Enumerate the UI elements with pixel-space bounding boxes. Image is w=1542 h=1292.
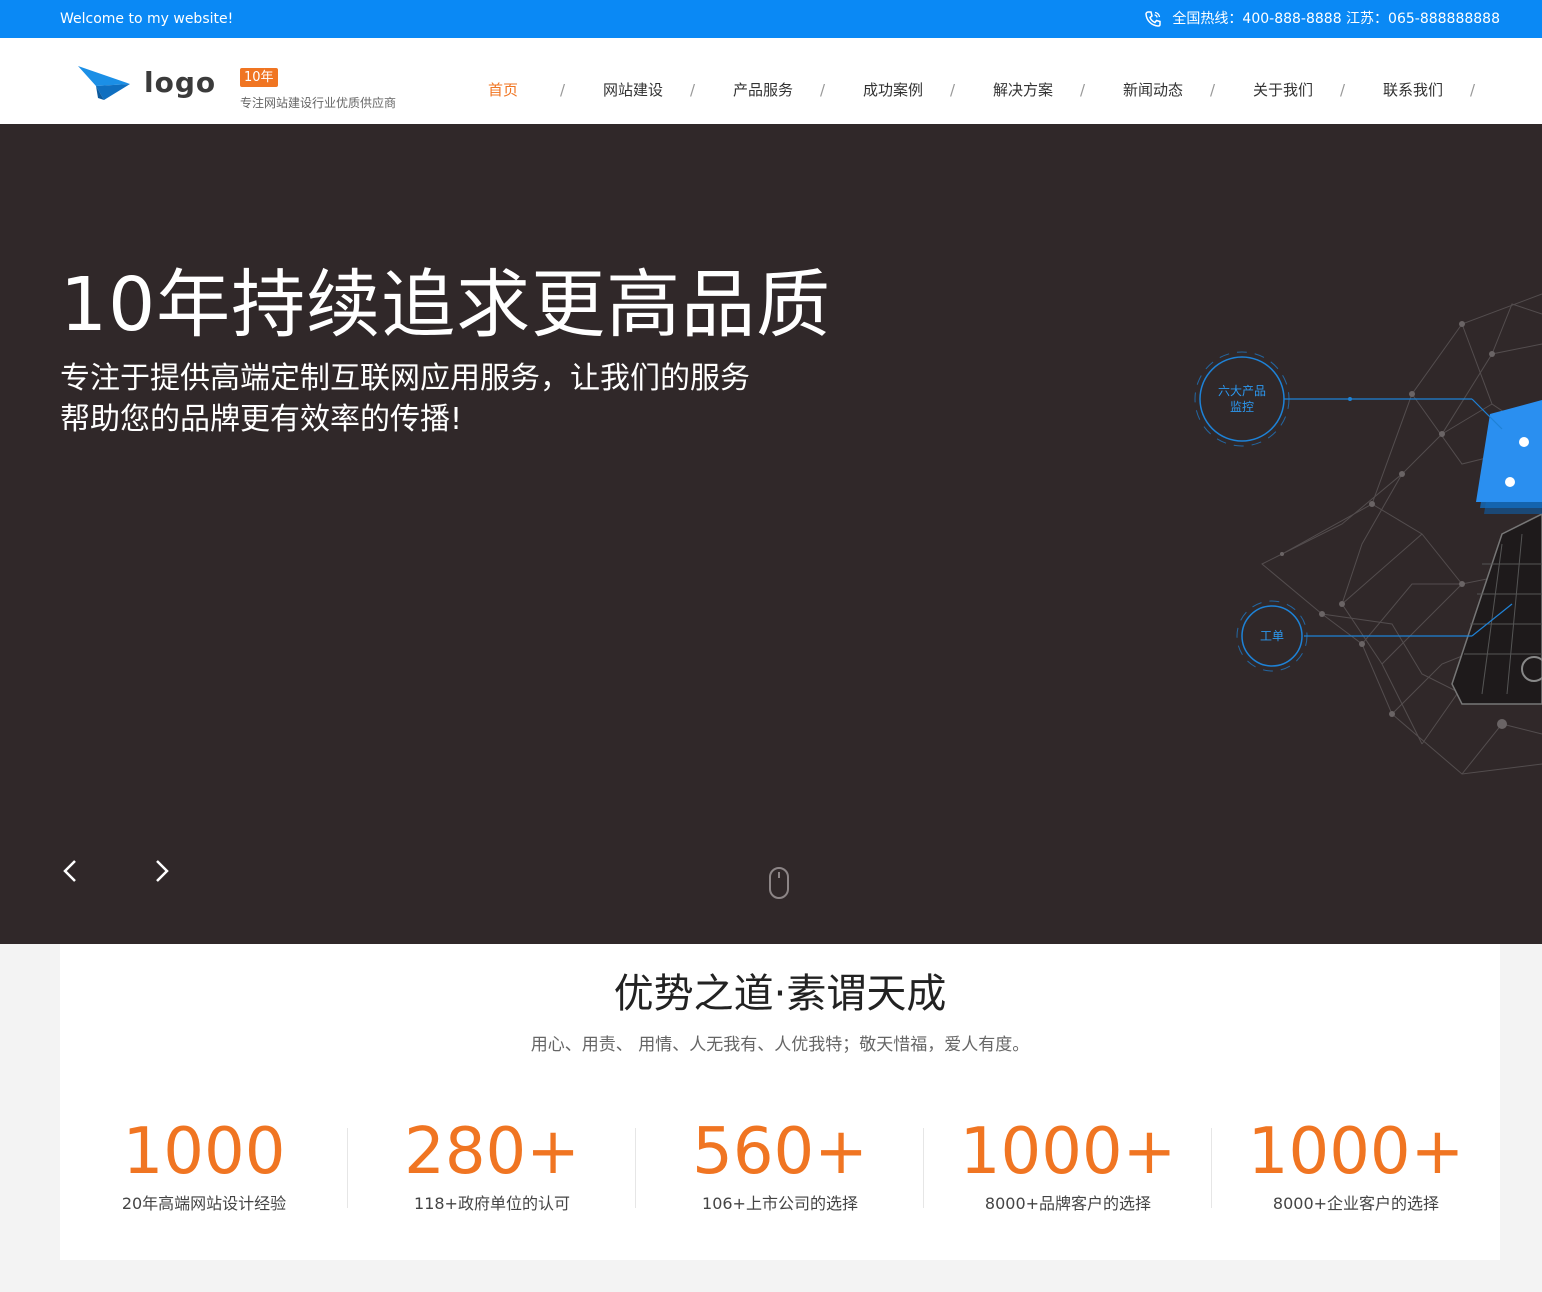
- nav-separator: /: [950, 81, 956, 99]
- stat-number: 560+: [692, 1115, 868, 1189]
- stat-item: 1000 20年高端网站设计经验: [60, 1114, 348, 1214]
- hero-subtitle-line: 专注于提供高端定制互联网应用服务，让我们的服务: [60, 361, 750, 396]
- stat-label: 118+政府单位的认可: [414, 1194, 570, 1213]
- stat-label: 20年高端网站设计经验: [121, 1194, 287, 1213]
- nav-separator: /: [1080, 81, 1086, 99]
- hotline: 全国热线：400-888-8888 江苏：065-888888888: [1144, 10, 1500, 28]
- section-title: 优势之道·素谓天成: [613, 971, 947, 1017]
- nav-item-website-building[interactable]: 网站建设 /: [600, 78, 730, 102]
- nav-item-news[interactable]: 新闻动态 /: [1120, 78, 1250, 102]
- network-graphic: 六大产品 监控 工单: [1194, 293, 1542, 775]
- hero-title: 10年持续追求更高品质: [60, 262, 832, 348]
- stat-number: 1000: [122, 1115, 286, 1189]
- nav-label[interactable]: 成功案例: [860, 78, 926, 102]
- stat-item: 560+ 106+上市公司的选择: [636, 1114, 924, 1214]
- chevron-right-icon[interactable]: [146, 856, 176, 886]
- graphic-label-1b: 监控: [1230, 400, 1254, 414]
- chevron-left-icon[interactable]: [56, 856, 86, 886]
- nav-separator: /: [1470, 81, 1476, 99]
- stat-item: 1000+ 8000+企业客户的选择: [1212, 1114, 1500, 1214]
- stat-number: 280+: [404, 1115, 580, 1189]
- nav-label[interactable]: 新闻动态: [1120, 78, 1186, 102]
- nav-separator: /: [820, 81, 826, 99]
- nav-label[interactable]: 首页: [470, 78, 536, 102]
- stat-label: 8000+企业客户的选择: [1272, 1194, 1440, 1213]
- nav-item-cases[interactable]: 成功案例 /: [860, 78, 990, 102]
- nav-item-contact[interactable]: 联系我们 /: [1380, 78, 1510, 102]
- nav-label[interactable]: 产品服务: [730, 78, 796, 102]
- stat-label: 8000+品牌客户的选择: [984, 1194, 1152, 1213]
- nav-item-products[interactable]: 产品服务 /: [730, 78, 860, 102]
- nav-item-solutions[interactable]: 解决方案 /: [990, 78, 1120, 102]
- stats-row: 1000 20年高端网站设计经验 280+ 118+政府单位的认可 560+ 1…: [60, 1114, 1500, 1214]
- site-header: logo 10年 专注网站建设行业优质供应商 首页 / 网站建设 / 产品服务 …: [0, 38, 1542, 124]
- nav-label[interactable]: 解决方案: [990, 78, 1056, 102]
- hero-subtitle-line: 帮助您的品牌更有效率的传播!: [60, 402, 463, 437]
- nav-separator: /: [1210, 81, 1216, 99]
- section-description: 用心、用责、 用情、人无我有、人优我特；敬天惜福，爱人有度。: [530, 1035, 1030, 1055]
- logo-text: logo: [144, 66, 217, 99]
- nav-item-home[interactable]: 首页 /: [470, 78, 600, 102]
- years-badge: 10年: [240, 68, 278, 87]
- welcome-text: Welcome to my website!: [60, 11, 234, 27]
- stat-label: 106+上市公司的选择: [702, 1194, 858, 1213]
- stat-item: 280+ 118+政府单位的认可: [348, 1114, 636, 1214]
- graphic-label-1a: 六大产品: [1218, 384, 1266, 398]
- nav-separator: /: [1340, 81, 1346, 99]
- mouse-scroll-icon[interactable]: [768, 866, 790, 900]
- stat-item: 1000+ 8000+品牌客户的选择: [924, 1114, 1212, 1214]
- hero-subtitle: 专注于提供高端定制互联网应用服务，让我们的服务 帮助您的品牌更有效率的传播!: [60, 358, 820, 440]
- advantages-section: 优势之道·素谓天成 用心、用责、 用情、人无我有、人优我特；敬天惜福，爱人有度。…: [60, 944, 1500, 1260]
- nav-label[interactable]: 联系我们: [1380, 78, 1446, 102]
- hotline-text: 全国热线：400-888-8888 江苏：065-888888888: [1172, 11, 1500, 27]
- phone-icon: [1145, 11, 1162, 27]
- logo[interactable]: logo: [76, 62, 216, 102]
- nav-label[interactable]: 关于我们: [1250, 78, 1316, 102]
- paper-plane-icon: [78, 66, 130, 100]
- nav-separator: /: [560, 81, 566, 99]
- top-bar: Welcome to my website! 全国热线：400-888-8888…: [0, 0, 1542, 38]
- nav-label[interactable]: 网站建设: [600, 78, 666, 102]
- graphic-label-2: 工单: [1260, 629, 1284, 643]
- hero-banner: 10年持续追求更高品质 专注于提供高端定制互联网应用服务，让我们的服务 帮助您的…: [0, 124, 1542, 944]
- tagline: 专注网站建设行业优质供应商: [240, 96, 397, 110]
- stat-number: 1000+: [1247, 1115, 1465, 1189]
- nav-item-about[interactable]: 关于我们 /: [1250, 78, 1380, 102]
- stat-number: 1000+: [959, 1115, 1177, 1189]
- nav-separator: /: [690, 81, 696, 99]
